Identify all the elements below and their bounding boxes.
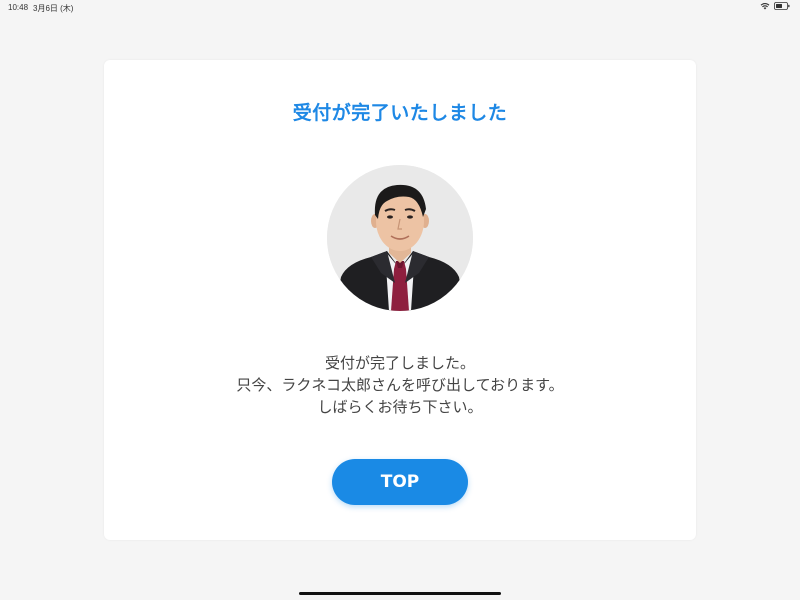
staff-avatar	[327, 165, 473, 311]
message-line-1: 受付が完了しました。	[324, 354, 475, 372]
page-title: 受付が完了いたしました	[292, 102, 508, 124]
status-time: 10:48	[8, 3, 29, 12]
wifi-icon	[760, 2, 770, 10]
confirmation-message: 受付が完了しました。 只今、ラクネコ太郎さんを呼び出しております。 しばらくお待…	[0, 352, 800, 418]
status-date: 3月6日 (木)	[33, 4, 74, 13]
battery-icon	[774, 2, 790, 10]
message-line-2: 只今、ラクネコ太郎さんを呼び出しております。	[236, 376, 564, 394]
home-indicator[interactable]	[299, 592, 501, 595]
status-icons	[760, 2, 790, 10]
message-line-3: しばらくお待ち下さい。	[317, 398, 483, 416]
status-bar: 10:48 3月6日 (木)	[0, 0, 800, 14]
top-button[interactable]: TOP	[332, 459, 468, 505]
